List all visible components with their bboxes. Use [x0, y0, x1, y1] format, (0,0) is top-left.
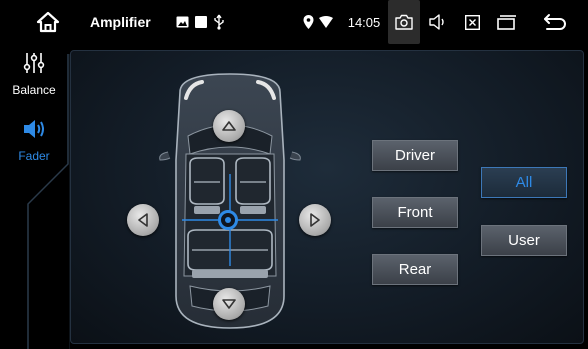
sidebar-item-label: Balance — [12, 83, 56, 97]
volume-icon[interactable] — [424, 0, 452, 44]
front-button[interactable]: Front — [372, 197, 458, 228]
page-title: Amplifier — [90, 14, 151, 30]
fader-position-knob[interactable] — [218, 210, 238, 230]
location-icon — [301, 0, 315, 44]
status-bar: Amplifier 14:05 — [0, 0, 588, 44]
arrow-left-icon — [138, 213, 148, 227]
amplifier-screen: Amplifier 14:05 Balance Fader Driver Fro… — [0, 0, 588, 349]
arrow-down-icon — [222, 299, 236, 309]
arrow-up-icon — [222, 121, 236, 131]
user-button[interactable]: User — [481, 225, 567, 256]
balance-right-button[interactable] — [299, 204, 331, 236]
home-icon[interactable] — [28, 0, 68, 44]
all-button[interactable]: All — [481, 167, 567, 198]
knob-center — [225, 217, 231, 223]
recent-apps-icon[interactable] — [492, 0, 522, 44]
sidebar: Balance Fader — [0, 44, 70, 349]
usb-icon — [211, 0, 227, 44]
equalizer-icon — [23, 53, 45, 73]
fader-up-button[interactable] — [213, 110, 245, 142]
camera-icon[interactable] — [388, 0, 420, 44]
arrow-right-icon — [310, 213, 320, 227]
square-icon — [193, 0, 209, 44]
fader-down-button[interactable] — [213, 288, 245, 320]
rear-button[interactable]: Rear — [372, 254, 458, 285]
speaker-icon — [24, 120, 44, 138]
sidebar-item-balance[interactable]: Balance — [0, 52, 68, 97]
sidebar-item-fader[interactable]: Fader — [0, 118, 68, 163]
back-icon[interactable] — [538, 0, 572, 44]
clock: 14:05 — [347, 14, 381, 30]
image-icon — [174, 0, 190, 44]
driver-button[interactable]: Driver — [372, 140, 458, 171]
wifi-icon — [318, 0, 334, 44]
close-box-icon[interactable] — [458, 0, 486, 44]
balance-left-button[interactable] — [127, 204, 159, 236]
sidebar-item-label: Fader — [18, 149, 50, 163]
